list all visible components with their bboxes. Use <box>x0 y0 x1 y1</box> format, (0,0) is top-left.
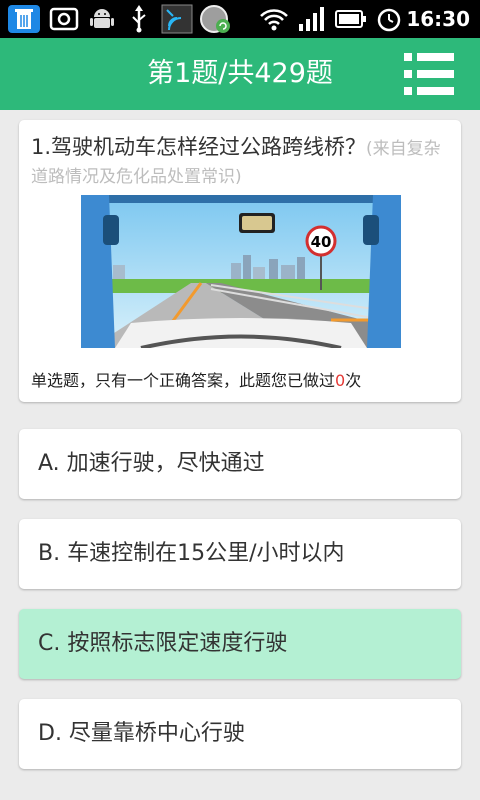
list-menu-icon <box>404 53 454 95</box>
battery-icon <box>334 5 368 33</box>
option-d[interactable]: D. 尽量靠桥中心行驶 <box>19 699 461 769</box>
question-card: 1.驾驶机动车怎样经过公路跨线桥？(来自复杂道路情况及危化品处置常识) 40 单… <box>19 120 461 402</box>
option-a-label: A. 加速行驶，尽快通过 <box>38 451 265 476</box>
question-done-count: 0 <box>335 371 346 390</box>
option-b[interactable]: B. 车速控制在15公里/小时以内 <box>19 519 461 589</box>
media-cast-icon <box>160 4 194 34</box>
question-meta: 单选题，只有一个正确答案，此题您已做过0次 <box>31 367 361 391</box>
screenshot-icon <box>48 5 80 33</box>
wifi-icon <box>258 5 290 33</box>
option-a[interactable]: A. 加速行驶，尽快通过 <box>19 429 461 499</box>
status-clock: 16:30 <box>406 7 470 31</box>
title-bar: 第1题/共429题 <box>0 38 480 110</box>
sync-icon <box>198 5 234 33</box>
usb-icon <box>126 5 152 33</box>
option-c-label: C. 按照标志限定速度行驶 <box>38 631 288 656</box>
option-b-label: B. 车速控制在15公里/小时以内 <box>38 541 345 566</box>
trash-icon <box>6 5 42 33</box>
speed-limit-sign: 40 <box>311 233 332 251</box>
alarm-icon <box>374 5 404 33</box>
signal-icon <box>296 5 326 33</box>
question-text-block: 1.驾驶机动车怎样经过公路跨线桥？(来自复杂道路情况及危化品处置常识) <box>31 134 451 190</box>
android-icon <box>88 5 116 33</box>
question-image: 40 <box>81 195 402 350</box>
question-meta-suffix: 次 <box>345 371 362 390</box>
question-text: 1.驾驶机动车怎样经过公路跨线桥？ <box>31 135 367 159</box>
option-c[interactable]: C. 按照标志限定速度行驶 <box>19 609 461 679</box>
list-menu-button[interactable] <box>404 51 454 97</box>
status-bar: 16:30 <box>0 0 480 38</box>
question-meta-prefix: 单选题，只有一个正确答案，此题您已做过 <box>31 371 336 390</box>
option-d-label: D. 尽量靠桥中心行驶 <box>38 721 245 746</box>
